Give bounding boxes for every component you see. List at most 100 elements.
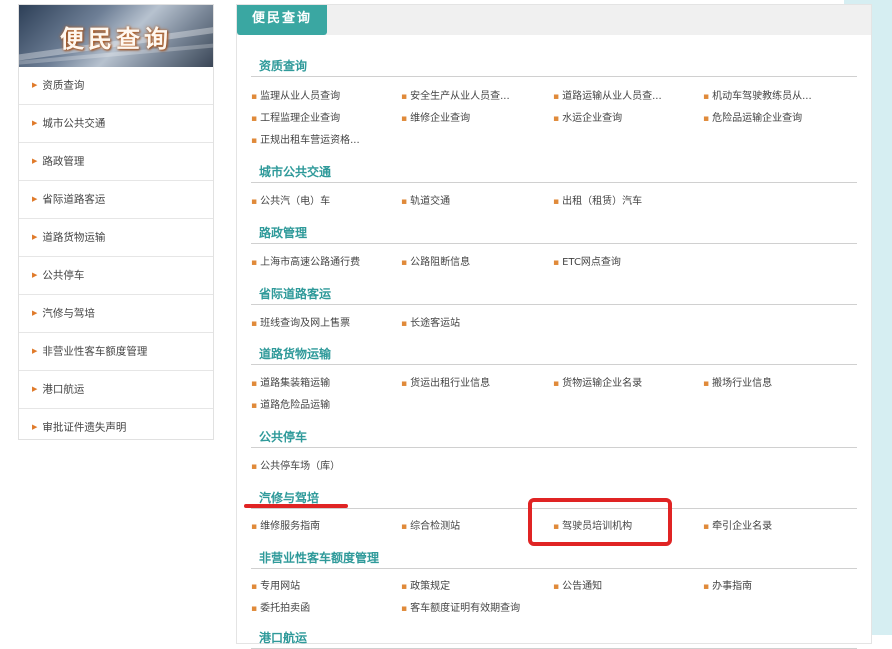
link-driving-coach-query[interactable]: ▪ 机动车驾驶教练员从...: [703, 87, 812, 102]
link-service-guide[interactable]: ▪ 办事指南: [703, 577, 752, 592]
section-city-transit: 城市公共交通: [251, 163, 857, 183]
sidebar-item-parking[interactable]: ▶ 公共停车: [19, 257, 213, 295]
bullet-icon: ▪: [553, 197, 560, 207]
triangle-right-icon: ▶: [32, 309, 38, 317]
link-container-transport[interactable]: ▪ 道路集装箱运输: [251, 374, 330, 389]
link-highway-toll[interactable]: ▪ 上海市高速公路通行费: [251, 253, 360, 268]
link-long-distance-station[interactable]: ▪ 长途客运站: [401, 314, 460, 329]
highlight-box: [528, 498, 672, 546]
link-taxi-license-query[interactable]: ▪ 正规出租车营运资格...: [251, 131, 360, 146]
sidebar-item-label: 资质查询: [42, 79, 85, 92]
link-supervisor-query[interactable]: ▪ 监理从业人员查询: [251, 87, 340, 102]
triangle-right-icon: ▶: [32, 81, 38, 89]
bullet-icon: ▪: [251, 462, 258, 472]
link-repair-service-guide[interactable]: ▪ 维修服务指南: [251, 517, 320, 532]
bullet-icon: ▪: [401, 197, 408, 207]
section-freight: 道路货物运输: [251, 345, 857, 365]
link-engineering-supervisor-query[interactable]: ▪ 工程监理企业查询: [251, 109, 340, 124]
sidebar-item-car-quota[interactable]: ▶ 非营业性客车额度管理: [19, 333, 213, 371]
link-rail-transit[interactable]: ▪ 轨道交通: [401, 192, 450, 207]
link-route-ticketing[interactable]: ▪ 班线查询及网上售票: [251, 314, 350, 329]
section-title: 城市公共交通: [251, 163, 857, 183]
bullet-icon: ▪: [401, 604, 408, 614]
link-freight-enterprise-list[interactable]: ▪ 货物运输企业名录: [553, 374, 642, 389]
link-hazmat-enterprise-query[interactable]: ▪ 危险品运输企业查询: [703, 109, 802, 124]
section-qualification: 资质查询: [251, 57, 857, 77]
triangle-right-icon: ▶: [32, 233, 38, 241]
sidebar-item-lost-certificate[interactable]: ▶ 审批证件遗失声明: [19, 409, 213, 446]
link-road-transport-staff-query[interactable]: ▪ 道路运输从业人员查...: [553, 87, 662, 102]
link-announcements[interactable]: ▪ 公告通知: [553, 577, 602, 592]
sidebar: 便民查询 ▶ 资质查询 ▶ 城市公共交通 ▶ 路政管理 ▶ 省际道路客运 ▶ 道路货物运输…: [18, 4, 214, 440]
triangle-right-icon: ▶: [32, 119, 38, 127]
link-water-transport-query[interactable]: ▪ 水运企业查询: [553, 109, 622, 124]
bullet-icon: ▪: [401, 258, 408, 268]
sidebar-item-freight[interactable]: ▶ 道路货物运输: [19, 219, 213, 257]
sidebar-item-city-transit[interactable]: ▶ 城市公共交通: [19, 105, 213, 143]
section-title: 港口航运: [251, 629, 857, 649]
section-intercity-bus: 省际道路客运: [251, 285, 857, 305]
link-dedicated-website[interactable]: ▪ 专用网站: [251, 577, 300, 592]
section-road-admin: 路政管理: [251, 224, 857, 244]
link-etc-outlets[interactable]: ▪ ETC网点查询: [553, 253, 621, 268]
bullet-icon: ▪: [401, 379, 408, 389]
triangle-right-icon: ▶: [32, 423, 38, 431]
link-safety-staff-query[interactable]: ▪ 安全生产从业人员查...: [401, 87, 510, 102]
bullet-icon: ▪: [251, 379, 258, 389]
sidebar-item-intercity-bus[interactable]: ▶ 省际道路客运: [19, 181, 213, 219]
sidebar-item-label: 省际道路客运: [42, 193, 106, 206]
link-policy-regulations[interactable]: ▪ 政策规定: [401, 577, 450, 592]
bullet-icon: ▪: [401, 319, 408, 329]
bullet-icon: ▪: [553, 379, 560, 389]
sidebar-item-label: 城市公共交通: [42, 117, 106, 130]
main-header: 便民查询: [237, 5, 871, 35]
bullet-icon: ▪: [401, 92, 408, 102]
bullet-icon: ▪: [251, 92, 258, 102]
bullet-icon: ▪: [703, 522, 710, 532]
bullet-icon: ▪: [553, 582, 560, 592]
bullet-icon: ▪: [251, 319, 258, 329]
link-bus-trolley[interactable]: ▪ 公共汽（电）车: [251, 192, 330, 207]
sidebar-item-label: 非营业性客车额度管理: [42, 345, 148, 358]
sidebar-item-qualification[interactable]: ▶ 资质查询: [19, 67, 213, 105]
link-freight-rental-info[interactable]: ▪ 货运出租行业信息: [401, 374, 490, 389]
bullet-icon: ▪: [401, 522, 408, 532]
link-auction-letter[interactable]: ▪ 委托拍卖函: [251, 599, 310, 614]
link-road-blockage[interactable]: ▪ 公路阻断信息: [401, 253, 470, 268]
banner-title: 便民查询: [60, 25, 172, 53]
section-title: 省际道路客运: [251, 285, 857, 305]
main-tab-title: 便民查询: [237, 5, 328, 35]
bullet-icon: ▪: [251, 258, 258, 268]
sidebar-item-label: 审批证件遗失声明: [42, 421, 127, 434]
bullet-icon: ▪: [703, 379, 710, 389]
triangle-right-icon: ▶: [32, 157, 38, 165]
link-moving-industry-info[interactable]: ▪ 搬场行业信息: [703, 374, 772, 389]
bullet-icon: ▪: [251, 114, 258, 124]
section-title: 资质查询: [251, 57, 857, 77]
bullet-icon: ▪: [251, 604, 258, 614]
link-repair-enterprise-query[interactable]: ▪ 维修企业查询: [401, 109, 470, 124]
sidebar-item-road-admin[interactable]: ▶ 路政管理: [19, 143, 213, 181]
link-taxi-rental[interactable]: ▪ 出租（租赁）汽车: [553, 192, 642, 207]
triangle-right-icon: ▶: [32, 347, 38, 355]
bullet-icon: ▪: [553, 258, 560, 268]
sidebar-item-port-shipping[interactable]: ▶ 港口航运: [19, 371, 213, 409]
link-quota-certificate-validity[interactable]: ▪ 客车额度证明有效期查询: [401, 599, 520, 614]
bullet-icon: ▪: [251, 136, 258, 146]
section-port-shipping: 港口航运: [251, 629, 857, 649]
triangle-right-icon: ▶: [32, 271, 38, 279]
section-title: 非营业性客车额度管理: [251, 549, 857, 569]
link-hazmat-road-transport[interactable]: ▪ 道路危险品运输: [251, 396, 330, 411]
section-title: 道路货物运输: [251, 345, 857, 365]
main-panel: 便民查询 资质查询 ▪ 监理从业人员查询 ▪ 安全生产从业人员查... ▪ 道路运输从…: [236, 4, 872, 649]
sidebar-item-label: 公共停车: [42, 269, 85, 282]
bullet-icon: ▪: [703, 114, 710, 124]
sidebar-banner: 便民查询: [19, 5, 213, 67]
link-towing-enterprise-list[interactable]: ▪ 牵引企业名录: [703, 517, 772, 532]
sidebar-item-repair-training[interactable]: ▶ 汽修与驾培: [19, 295, 213, 333]
bullet-icon: ▪: [251, 582, 258, 592]
bullet-icon: ▪: [251, 401, 258, 411]
link-public-parking-lot[interactable]: ▪ 公共停车场（库）: [251, 457, 340, 472]
link-inspection-station[interactable]: ▪ 综合检测站: [401, 517, 460, 532]
triangle-right-icon: ▶: [32, 195, 38, 203]
